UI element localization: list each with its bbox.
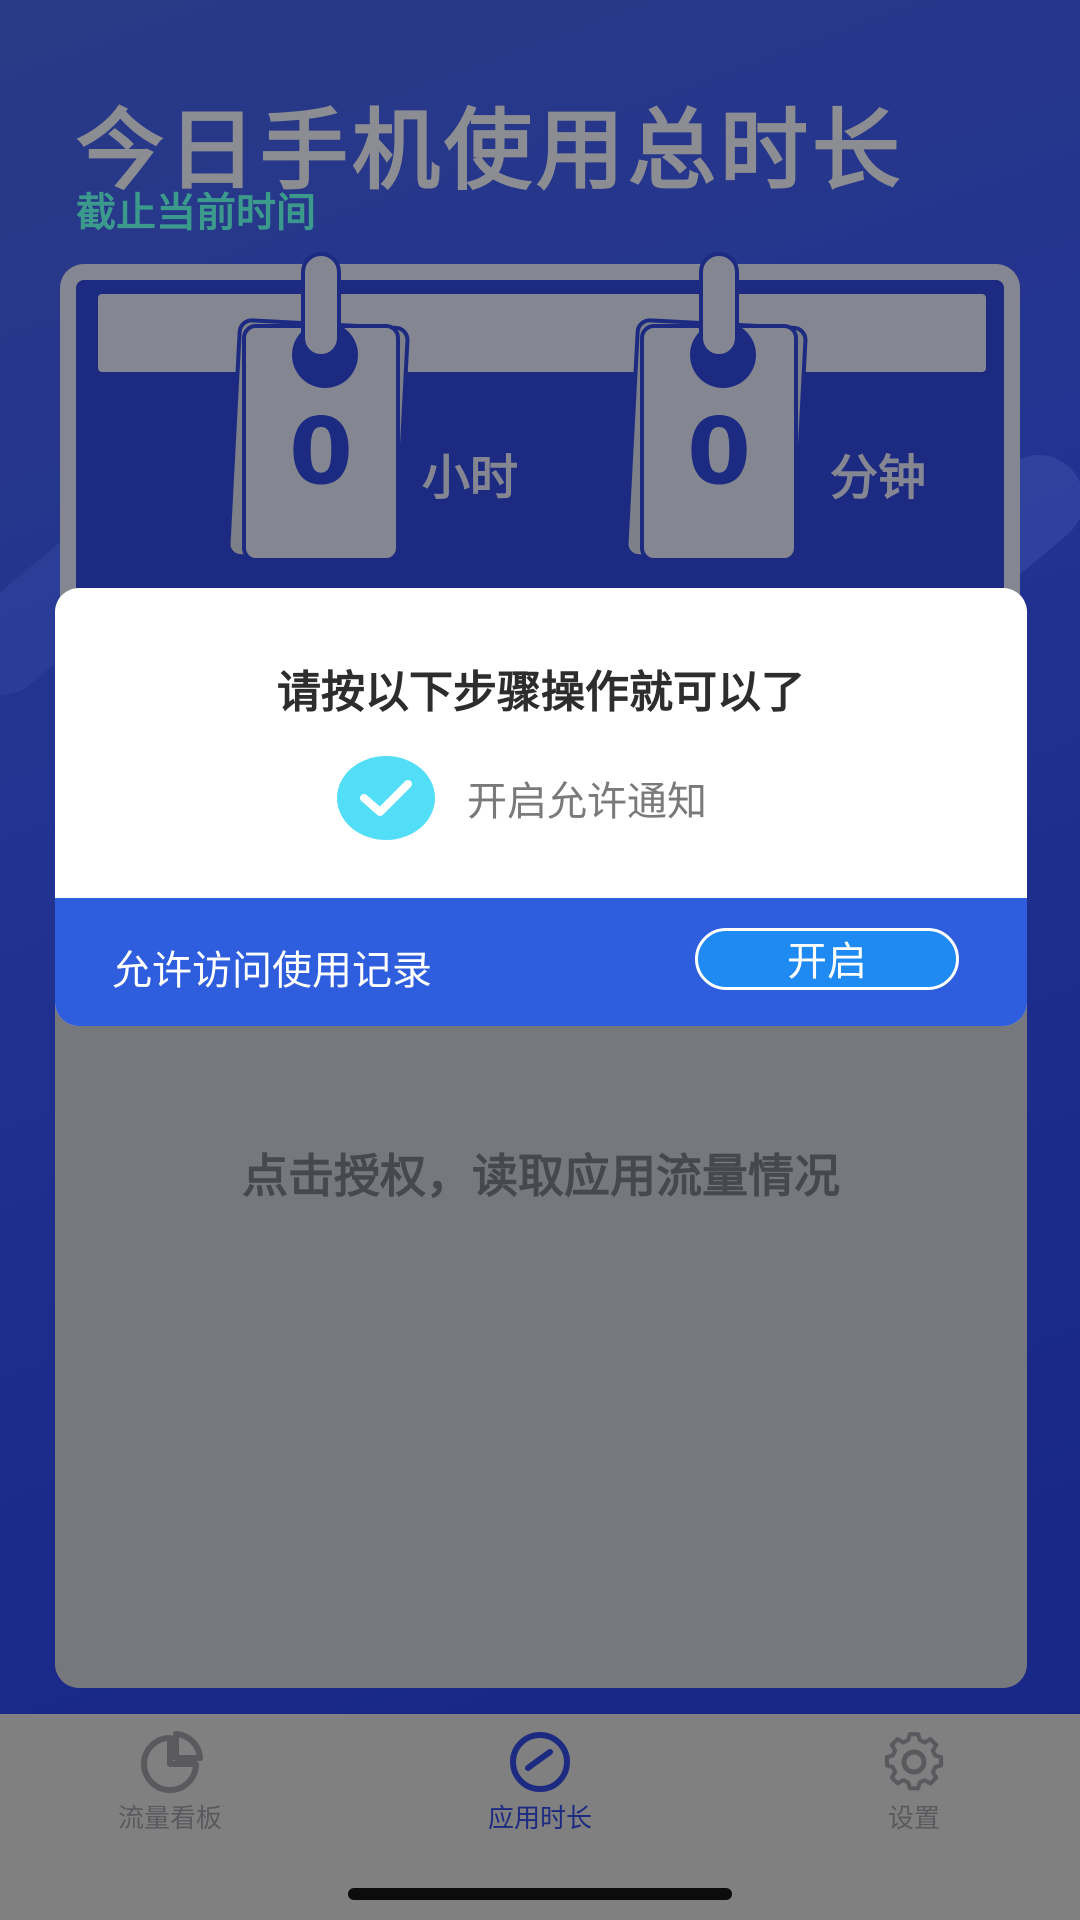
gear-icon [884, 1732, 944, 1791]
open-button[interactable]: 开启 [695, 928, 959, 990]
minutes-value: 0 [686, 398, 751, 505]
permission-dialog: 请按以下步骤操作就可以了 开启允许通知 允许访问使用记录 开启 [55, 588, 1027, 1026]
step-notification-label: 开启允许通知 [467, 779, 707, 825]
step-notification-row: 开启允许通知 [337, 756, 707, 840]
dialog-title: 请按以下步骤操作就可以了 [277, 667, 805, 718]
card-ring [699, 252, 739, 358]
home-indicator[interactable] [348, 1888, 732, 1900]
hours-unit: 小时 [422, 450, 519, 506]
tab-settings[interactable]: 设置 [804, 1730, 1024, 1840]
flip-clock-bar [98, 294, 986, 372]
step-usage-access-row: 允许访问使用记录 开启 [55, 898, 1027, 1026]
pie-chart-icon [141, 1731, 203, 1793]
tab-label: 应用时长 [487, 1804, 592, 1834]
tab-label: 设置 [887, 1804, 940, 1834]
step-usage-access-label: 允许访问使用记录 [112, 948, 432, 994]
hours-value: 0 [288, 398, 353, 505]
authorize-prompt[interactable]: 点击授权，读取应用流量情况 [55, 1140, 1027, 1206]
card-ring [301, 252, 341, 358]
app-screen: 今日手机使用总时长 截止当前时间 0 小时 0 分钟 点击授权，读取应用流量情况… [0, 0, 1080, 1920]
tab-app-duration[interactable]: 应用时长 [430, 1730, 650, 1840]
page-subtitle: 截止当前时间 [76, 190, 316, 236]
tab-traffic-dashboard[interactable]: 流量看板 [60, 1730, 280, 1840]
tab-label: 流量看板 [117, 1804, 222, 1834]
minutes-unit: 分钟 [830, 450, 927, 506]
check-icon [337, 756, 435, 840]
clock-icon [510, 1732, 570, 1792]
